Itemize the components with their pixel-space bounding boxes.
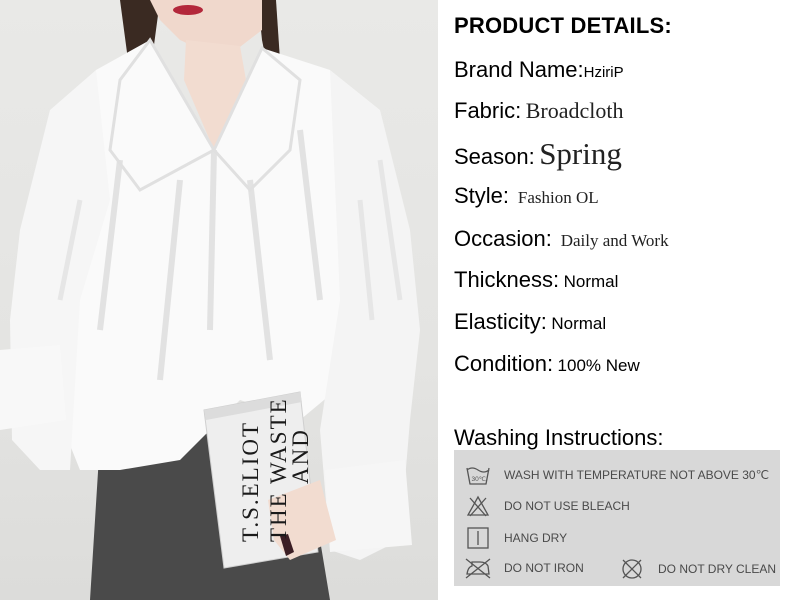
hang-dry-icon [464,526,492,550]
condition-label: Condition: [454,351,554,376]
season-value: Spring [539,136,622,171]
model-illustration [0,0,420,600]
elasticity-label: Elasticity: [454,309,547,334]
wash-item-dry-clean: DO NOT DRY CLEAN [618,557,776,581]
detail-row-condition: Condition: 100% New [454,351,640,377]
wash-temperature-label: WASH WITH TEMPERATURE NOT ABOVE 30℃ [504,468,770,482]
detail-row-brand: Brand Name:HziriP [454,57,624,83]
elasticity-value: Normal [551,314,607,333]
wash-item-temperature: 30℃ WASH WITH TEMPERATURE NOT ABOVE 30℃ [464,463,769,487]
fabric-value: Broadcloth [525,98,624,123]
season-label: Season: [454,144,535,169]
detail-row-elasticity: Elasticity: Normal [454,309,606,335]
occasion-value: Daily and Work [560,231,669,250]
book-author: T.S.ELIOT [238,420,263,542]
no-dry-clean-label: DO NOT DRY CLEAN [658,562,777,576]
wash-item-bleach: DO NOT USE BLEACH [464,494,630,518]
occasion-label: Occasion: [454,226,552,251]
thickness-label: Thickness: [454,267,560,292]
book-title-line2: AND [288,428,313,484]
hang-dry-label: HANG DRY [504,531,568,545]
washing-instructions-panel: 30℃ WASH WITH TEMPERATURE NOT ABOVE 30℃ … [454,450,780,586]
fabric-label: Fabric: [454,98,522,123]
no-iron-label: DO NOT IRON [504,561,584,575]
wash-item-iron: DO NOT IRON [464,556,584,580]
detail-row-fabric: Fabric: Broadcloth [454,98,623,124]
condition-value: 100% New [557,356,640,375]
detail-row-style: Style: Fashion OL [454,183,599,209]
no-iron-icon [464,556,492,580]
product-details-heading: PRODUCT DETAILS: [454,13,672,38]
wash-30-icon-text: 30℃ [472,476,487,483]
product-details-panel: PRODUCT DETAILS: Brand Name:HziriP Fabri… [438,0,800,600]
wash-30-icon: 30℃ [464,463,492,487]
no-bleach-label: DO NOT USE BLEACH [504,499,630,513]
style-label: Style: [454,183,510,208]
product-photo: T.S.ELIOT THE WASTE AND [0,0,438,600]
detail-row-season: Season: Spring [454,136,622,172]
thickness-value: Normal [563,272,619,291]
brand-value: HziriP [583,64,624,81]
wash-item-hang-dry: HANG DRY [464,526,567,550]
no-bleach-icon [464,494,492,518]
brand-label: Brand Name: [454,57,584,82]
detail-row-thickness: Thickness: Normal [454,267,618,293]
no-dry-clean-icon [618,557,646,581]
washing-instructions-title: Washing Instructions: [454,425,664,450]
detail-row-occasion: Occasion: Daily and Work [454,226,669,252]
style-value: Fashion OL [517,188,599,207]
